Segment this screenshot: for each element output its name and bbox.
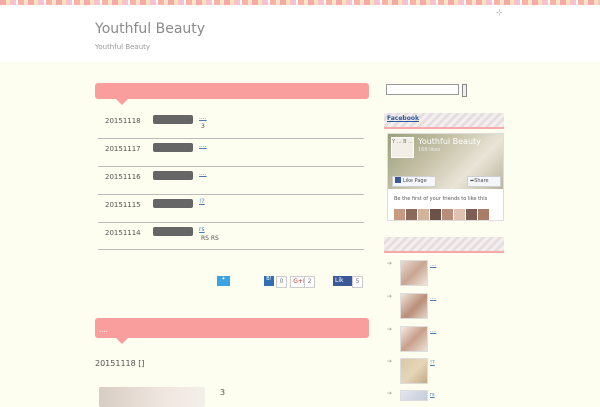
sidebar-post-link[interactable]: rs (430, 392, 435, 398)
news-row: 20151114 rs RS RS (98, 223, 364, 250)
avatar[interactable] (418, 209, 429, 220)
news-date: 20151116 (105, 173, 141, 181)
post-thumbnail[interactable] (400, 260, 428, 286)
news-date: 20151117 (105, 145, 141, 153)
news-link[interactable]: .... (199, 142, 207, 149)
sidebar-post-link[interactable]: .... (430, 328, 436, 334)
like-page-button[interactable]: Like Page (392, 176, 436, 187)
friend-avatars (394, 205, 490, 224)
post-section-label: .... (99, 326, 108, 334)
hatena-bookmark-button[interactable]: B! (264, 276, 274, 286)
news-sub-text: 3 (201, 123, 205, 130)
sidebar-post-link[interactable]: .... (430, 295, 436, 301)
twitter-share-button[interactable]: ✦ (217, 276, 230, 286)
post-thumbnail[interactable] (99, 387, 205, 407)
news-category-badge[interactable] (153, 143, 193, 152)
news-date: 20151115 (105, 201, 141, 209)
post-thumbnail[interactable] (400, 358, 428, 384)
news-category-badge[interactable] (153, 115, 193, 124)
arrow-icon: ➔ (387, 260, 393, 267)
search-input[interactable] (386, 84, 459, 95)
news-link[interactable]: .... (199, 114, 207, 121)
google-plus-count: 2 (304, 276, 315, 288)
arrow-icon: ➔ (387, 358, 393, 365)
site-description: Youthful Beauty (95, 43, 151, 51)
news-section-header (95, 83, 369, 105)
news-row: 20151117 .... (98, 139, 364, 167)
facebook-like-count-text: 168 likes (418, 147, 441, 153)
news-link[interactable]: !? (199, 198, 205, 205)
facebook-heading-link[interactable]: Facebook (387, 115, 419, 122)
news-date: 20151118 (105, 117, 141, 125)
arrow-icon: ➔ (387, 293, 393, 300)
news-link[interactable]: .... (199, 170, 207, 177)
share-button[interactable]: ➦Share (467, 176, 501, 187)
avatar[interactable] (442, 209, 453, 220)
share-label: Share (474, 178, 489, 184)
header-pointer (116, 338, 128, 344)
avatar[interactable] (406, 209, 417, 220)
avatar[interactable] (466, 209, 477, 220)
sidebar-post-link[interactable]: !? (430, 360, 435, 366)
post-thumbnail[interactable] (400, 390, 428, 401)
avatar[interactable] (454, 209, 465, 220)
like-page-label: Like Page (403, 178, 427, 184)
facebook-page-widget: Y ... B ... Youthful Beauty 168 likes Li… (387, 133, 504, 221)
arrow-icon: ➔ (387, 326, 393, 333)
facebook-page-name[interactable]: Youthful Beauty (418, 137, 481, 146)
arrow-icon: ➔ (387, 390, 393, 397)
news-category-badge[interactable] (153, 199, 193, 208)
facebook-like-count: 5 (352, 276, 363, 288)
news-row: 20151118 .... 3 (98, 111, 364, 139)
facebook-widget-header: Facebook (384, 113, 504, 129)
post-thumbnail[interactable] (400, 326, 428, 352)
avatar[interactable] (478, 209, 489, 220)
news-category-badge[interactable] (153, 171, 193, 180)
post-title[interactable]: 20151118 [] (95, 359, 145, 368)
expand-icon[interactable]: ⊹ (496, 8, 503, 17)
page-logo[interactable]: Y ... B ... (391, 137, 414, 158)
news-row: 20151116 .... (98, 167, 364, 195)
facebook-f-icon (395, 177, 401, 183)
sidebar-post-link[interactable]: .... (430, 262, 436, 268)
news-sub-text: RS RS (201, 235, 219, 242)
news-link[interactable]: rs (199, 226, 205, 233)
news-row: 20151115 !? (98, 195, 364, 223)
header-pointer (116, 99, 128, 105)
site-title[interactable]: Youthful Beauty (95, 21, 205, 37)
facebook-like-label: Lik (335, 277, 344, 284)
post-section-header: .... (95, 318, 369, 344)
post-number: 3 (220, 388, 226, 397)
hatena-count: 0 (276, 276, 287, 288)
friends-like-text: Be the first of your friends to like thi… (394, 196, 488, 202)
avatar[interactable] (430, 209, 441, 220)
search-button[interactable] (462, 84, 467, 97)
facebook-cover-image[interactable]: Y ... B ... Youthful Beauty 168 likes Li… (388, 134, 503, 189)
post-thumbnail[interactable] (400, 293, 428, 319)
avatar[interactable] (394, 209, 405, 220)
news-category-badge[interactable] (153, 227, 193, 236)
recent-posts-widget-header (384, 237, 504, 253)
news-date: 20151114 (105, 229, 141, 237)
twitter-icon: ✦ (221, 276, 226, 282)
site-header: Youthful Beauty Youthful Beauty ⊹ (0, 5, 600, 62)
